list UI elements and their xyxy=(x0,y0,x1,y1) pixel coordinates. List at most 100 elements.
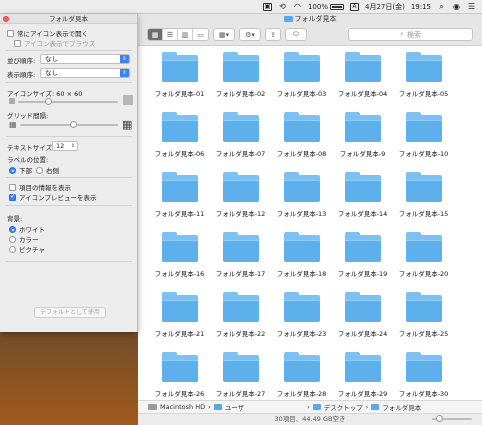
folder-icon xyxy=(222,232,259,262)
share-button[interactable]: ⇪ xyxy=(265,28,281,41)
folder-item[interactable]: フォルダ見本-25 xyxy=(393,288,454,348)
folder-item[interactable]: フォルダ見本-29 xyxy=(332,348,393,400)
label-bottom-option[interactable]: 下部 xyxy=(9,165,32,175)
folder-item[interactable]: フォルダ見本-02 xyxy=(210,48,271,108)
show-icon-preview-checkbox[interactable] xyxy=(9,192,16,201)
folder-item[interactable]: フォルダ見本-22 xyxy=(210,288,271,348)
folder-icon xyxy=(283,52,320,82)
path-item[interactable]: フォルダ見本 xyxy=(382,402,421,412)
folder-item[interactable]: フォルダ見本-12 xyxy=(210,168,271,228)
folder-name: フォルダ見本-30 xyxy=(398,390,449,398)
icon-size-thumb[interactable] xyxy=(45,98,52,105)
folder-item[interactable]: フォルダ見本-11 xyxy=(149,168,210,228)
icon-view-button[interactable]: ▦ xyxy=(148,29,163,40)
bg-picture-radio[interactable] xyxy=(9,245,16,253)
folder-item[interactable]: フォルダ見本-26 xyxy=(149,348,210,400)
show-item-info-label: 項目の情報を表示 xyxy=(19,184,71,192)
menubar-date[interactable]: 4月27日(金) xyxy=(365,2,405,12)
folder-item[interactable]: フォルダ見本-01 xyxy=(149,48,210,108)
folder-item[interactable]: フォルダ見本-20 xyxy=(393,228,454,288)
folder-item[interactable]: フォルダ見本-13 xyxy=(271,168,332,228)
folder-item[interactable]: フォルダ見本-19 xyxy=(332,228,393,288)
icon-size-slider[interactable] xyxy=(432,415,472,422)
bg-picture-option[interactable]: ピクチャ xyxy=(9,244,45,254)
folder-item[interactable]: フォルダ見本-30 xyxy=(393,348,454,400)
column-view-button[interactable]: ▥ xyxy=(178,29,193,40)
bg-color-text: カラー xyxy=(19,236,39,244)
cover-flow-button[interactable]: ▭ xyxy=(193,29,208,40)
tags-button[interactable]: ⬭ xyxy=(285,28,307,41)
folder-item[interactable]: フォルダ見本-24 xyxy=(332,288,393,348)
folder-item[interactable]: フォルダ見本-18 xyxy=(271,228,332,288)
folder-item[interactable]: フォルダ見本-05 xyxy=(393,48,454,108)
folder-item[interactable]: フォルダ見本-27 xyxy=(210,348,271,400)
battery-status[interactable]: 100% xyxy=(308,3,344,11)
browse-icon-view-label: アイコン表示でブラウズ xyxy=(24,40,96,48)
folder-item[interactable]: フォルダ見本-07 xyxy=(210,108,271,168)
gear-icon: ⚙▾ xyxy=(245,30,255,39)
folder-item[interactable]: フォルダ見本-23 xyxy=(271,288,332,348)
folder-icon xyxy=(283,232,320,262)
folder-name: フォルダ見本-21 xyxy=(154,330,205,338)
slider-knob[interactable] xyxy=(436,415,443,422)
folder-icon xyxy=(283,172,320,202)
folder-item[interactable]: フォルダ見本-08 xyxy=(271,108,332,168)
panel-titlebar[interactable]: フォルダ見本 xyxy=(0,14,137,24)
bg-white-radio[interactable] xyxy=(9,225,16,233)
notification-center-icon[interactable]: ☰ xyxy=(467,2,476,11)
always-icon-view-checkbox[interactable] xyxy=(7,29,14,37)
show-icon-preview-row[interactable]: アイコンプレビューを表示 xyxy=(9,192,96,202)
window-title: フォルダ見本 xyxy=(294,15,337,23)
action-button[interactable]: ⚙▾ xyxy=(239,28,261,41)
folder-name: フォルダ見本-18 xyxy=(276,270,327,278)
icon-size-track[interactable] xyxy=(18,98,118,105)
spotlight-icon[interactable]: ⌕ xyxy=(437,2,446,11)
always-icon-view-row[interactable]: 常にアイコン表示で開く xyxy=(7,28,88,38)
folder-item[interactable]: フォルダ見本-15 xyxy=(393,168,454,228)
input-method-icon[interactable]: A xyxy=(349,2,359,11)
show-item-info-row[interactable]: 項目の情報を表示 xyxy=(9,182,71,192)
grid-spacing-track[interactable] xyxy=(20,121,118,128)
divider xyxy=(6,136,132,137)
path-separator: › xyxy=(208,403,211,411)
search-field[interactable]: ⌕ 検索 xyxy=(348,28,473,41)
show-item-info-checkbox[interactable] xyxy=(9,183,16,191)
browse-icon-view-checkbox[interactable] xyxy=(14,39,21,47)
folder-item[interactable]: フォルダ見本-04 xyxy=(332,48,393,108)
label-right-option[interactable]: 右側 xyxy=(36,165,59,175)
folder-item[interactable]: フォルダ見本-17 xyxy=(210,228,271,288)
path-item[interactable]: ユーザ xyxy=(225,402,244,412)
path-item[interactable]: デスクトップ xyxy=(324,402,363,412)
folder-icon xyxy=(405,172,442,202)
bg-color-option[interactable]: カラー xyxy=(9,234,39,244)
bg-white-option[interactable]: ホワイト xyxy=(9,224,45,234)
bg-color-radio[interactable] xyxy=(9,235,16,243)
folder-item[interactable]: フォルダ見本-21 xyxy=(149,288,210,348)
browse-icon-view-row[interactable]: アイコン表示でブラウズ xyxy=(14,38,95,48)
user-icon[interactable]: ◉ xyxy=(452,2,461,11)
path-item[interactable]: Macintosh HD xyxy=(160,403,205,411)
folder-item[interactable]: フォルダ見本-28 xyxy=(271,348,332,400)
list-view-button[interactable]: ☰ xyxy=(163,29,178,40)
wifi-icon[interactable]: ◠ xyxy=(293,2,302,11)
use-as-defaults-button[interactable]: デフォルトとして使用 xyxy=(34,307,106,318)
sort-select[interactable]: なし ⇕ xyxy=(40,68,130,78)
folder-item[interactable]: フォルダ見本-06 xyxy=(149,108,210,168)
time-machine-icon[interactable]: ⟲ xyxy=(278,2,287,11)
grid-spacing-thumb[interactable] xyxy=(70,121,77,128)
close-icon[interactable] xyxy=(3,16,9,22)
arrange-button[interactable]: ▦▾ xyxy=(213,28,235,41)
dropbox-icon[interactable]: ▣ xyxy=(262,2,272,11)
arrange-select[interactable]: なし ⇕ xyxy=(40,54,130,64)
folder-item[interactable]: フォルダ見本-16 xyxy=(149,228,210,288)
folder-item[interactable]: フォルダ見本-9 xyxy=(332,108,393,168)
folder-item[interactable]: フォルダ見本-14 xyxy=(332,168,393,228)
text-size-select[interactable]: 12 ⇕ xyxy=(52,141,78,151)
background-label: 背景: xyxy=(7,215,23,223)
label-bottom-radio[interactable] xyxy=(9,166,16,174)
menubar-time[interactable]: 19:15 xyxy=(411,3,431,11)
folder-item[interactable]: フォルダ見本-10 xyxy=(393,108,454,168)
window-titlebar[interactable]: フォルダ見本 xyxy=(138,14,482,24)
label-right-radio[interactable] xyxy=(36,166,43,174)
folder-item[interactable]: フォルダ見本-03 xyxy=(271,48,332,108)
